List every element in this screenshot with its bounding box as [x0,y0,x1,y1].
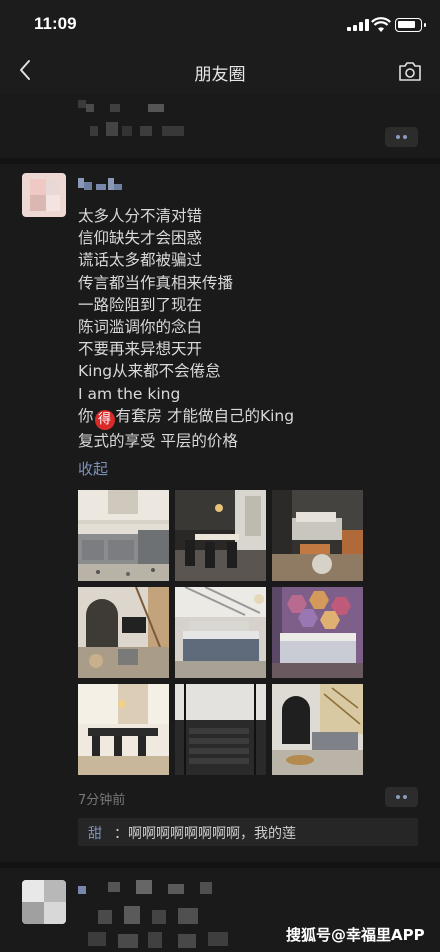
avatar[interactable] [22,880,66,924]
camera-icon[interactable] [398,60,422,82]
post-line: I am the king [78,384,181,403]
more-actions-button[interactable] [385,787,418,807]
post-line-part: 你 [78,406,94,425]
stairs-photo[interactable] [175,684,266,775]
post-line: King从来都不会倦怠 [78,362,221,381]
post-line: 太多人分不清对错 [78,207,203,225]
avatar[interactable] [22,173,66,217]
more-actions-button[interactable] [385,127,418,147]
loft-living-photo[interactable] [78,587,169,678]
post-text: 太多人分不清对错 信仰缺失才会困惑 谎话太多都被骗过 传言都当作真相来传播 一路… [78,205,418,452]
page-title: 朋友圈 [194,65,246,85]
blurred-next-post [78,880,278,952]
post-line-part: 有套房 才能做自己的King [115,406,295,425]
post-line: 不要再来异想天开 [78,340,203,359]
comment-author[interactable]: 甜 [88,823,102,843]
bedroom-photo-2[interactable] [175,587,266,678]
dining-table-photo[interactable] [78,684,169,775]
post-line: 谎话太多都被骗过 [78,251,203,270]
blurred-previous-post [78,100,188,144]
post-line: 一路险阻到了现在 [78,295,203,314]
comment-box[interactable]: 甜 ：啊啊啊啊啊啊啊啊，我的莲 [78,818,418,846]
wifi-icon [371,17,391,32]
collapse-link[interactable]: 收起 [78,458,108,479]
feed-divider [0,862,440,868]
hexagon-wall-bedroom-photo[interactable] [272,587,363,678]
post-timestamp: 7分钟前 [78,793,126,808]
dining-room-photo[interactable] [175,490,266,581]
post-line: 你得有套房 才能做自己的King [78,405,418,430]
feed-divider [0,158,440,164]
post-line: 陈词滥调你的念白 [78,318,203,337]
watermark-text: 搜狐号@幸福里APP [286,926,425,944]
status-time: 11:09 [34,14,77,33]
status-bar: 11:09 [0,0,440,48]
de-badge-icon: 得 [94,409,115,430]
living-room-photo[interactable] [272,684,363,775]
blurred-author-name[interactable] [78,176,138,192]
battery-icon [395,18,426,32]
post-line: 复式的享受 平层的价格 [78,431,238,450]
bedroom-photo[interactable] [272,490,363,581]
kitchen-photo[interactable] [78,490,169,581]
post-line: 信仰缺失才会困惑 [78,229,203,248]
post-line: 传言都当作真相来传播 [78,273,234,292]
comment-text: ：啊啊啊啊啊啊啊啊，我的莲 [114,826,296,842]
signal-icon [347,19,369,31]
nav-bar: 朋友圈 [0,48,440,94]
